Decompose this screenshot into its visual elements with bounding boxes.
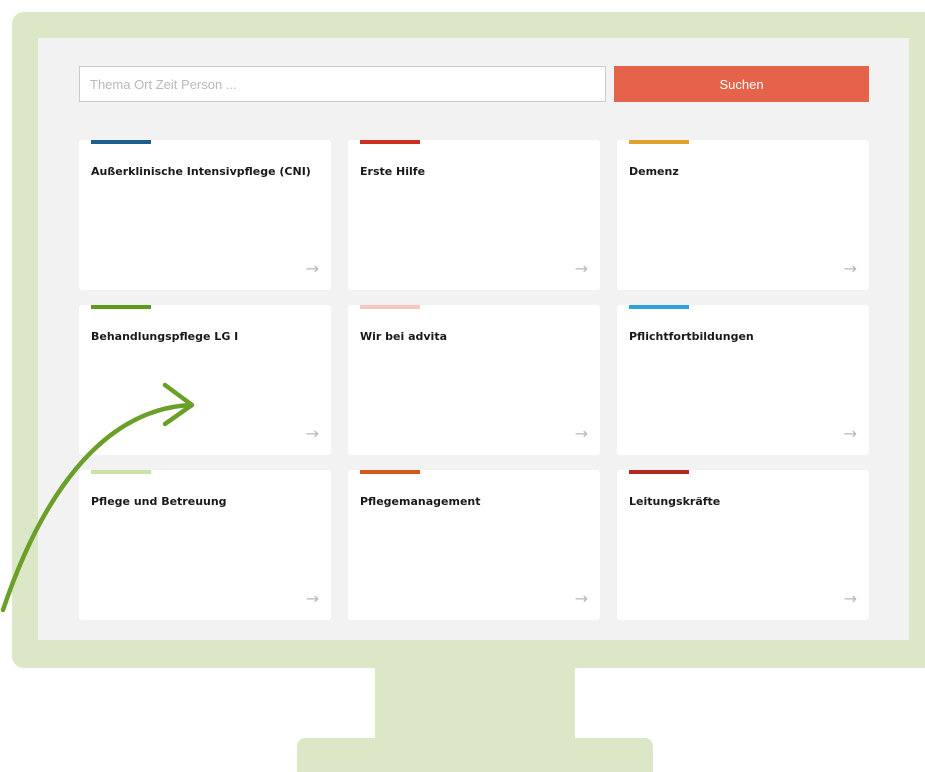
arrow-right-icon[interactable]: →	[575, 589, 588, 608]
card-title: Erste Hilfe	[360, 165, 426, 178]
monitor-stand-neck	[375, 668, 575, 742]
category-card-erste-hilfe[interactable]: Erste Hilfe →	[348, 140, 600, 290]
monitor-stand-base	[297, 738, 653, 772]
search-button[interactable]: Suchen	[614, 66, 869, 102]
illustration: Suchen Außerklinische Intensivpflege (CN…	[0, 0, 925, 772]
card-title: Außerklinische Intensivpflege (CNI)	[91, 165, 311, 178]
card-accent-bar	[629, 140, 689, 144]
card-title: Demenz	[629, 165, 679, 178]
card-accent-bar	[91, 140, 151, 144]
card-accent-bar	[629, 305, 689, 309]
card-accent-bar	[629, 470, 689, 474]
card-accent-bar	[360, 470, 420, 474]
category-card-demenz[interactable]: Demenz →	[617, 140, 869, 290]
arrow-right-icon[interactable]: →	[575, 259, 588, 278]
card-title: Leitungskräfte	[629, 495, 721, 508]
monitor-screen: Suchen Außerklinische Intensivpflege (CN…	[38, 38, 909, 640]
category-card-behandlungspflege[interactable]: Behandlungspflege LG I →	[79, 305, 331, 455]
arrow-right-icon[interactable]: →	[575, 424, 588, 443]
category-card-pflichtfortbildungen[interactable]: Pflichtfortbildungen →	[617, 305, 869, 455]
category-card-wir-bei-advita[interactable]: Wir bei advita →	[348, 305, 600, 455]
arrow-right-icon[interactable]: →	[844, 259, 857, 278]
card-title: Wir bei advita	[360, 330, 448, 343]
card-accent-bar	[360, 305, 420, 309]
category-card-pflegemanagement[interactable]: Pflegemanagement →	[348, 470, 600, 620]
category-card-leitungskraefte[interactable]: Leitungskräfte →	[617, 470, 869, 620]
card-title: Behandlungspflege LG I	[91, 330, 239, 343]
arrow-right-icon[interactable]: →	[306, 424, 319, 443]
card-accent-bar	[91, 470, 151, 474]
arrow-right-icon[interactable]: →	[306, 589, 319, 608]
arrow-right-icon[interactable]: →	[306, 259, 319, 278]
card-title: Pflegemanagement	[360, 495, 481, 508]
category-card-ausserklinische-intensivpflege[interactable]: Außerklinische Intensivpflege (CNI) →	[79, 140, 331, 290]
card-accent-bar	[360, 140, 420, 144]
category-card-pflege-und-betreuung[interactable]: Pflege und Betreuung →	[79, 470, 331, 620]
card-title: Pflichtfortbildungen	[629, 330, 754, 343]
search-input[interactable]	[79, 66, 606, 102]
arrow-right-icon[interactable]: →	[844, 424, 857, 443]
card-title: Pflege und Betreuung	[91, 495, 227, 508]
arrow-right-icon[interactable]: →	[844, 589, 857, 608]
card-accent-bar	[91, 305, 151, 309]
